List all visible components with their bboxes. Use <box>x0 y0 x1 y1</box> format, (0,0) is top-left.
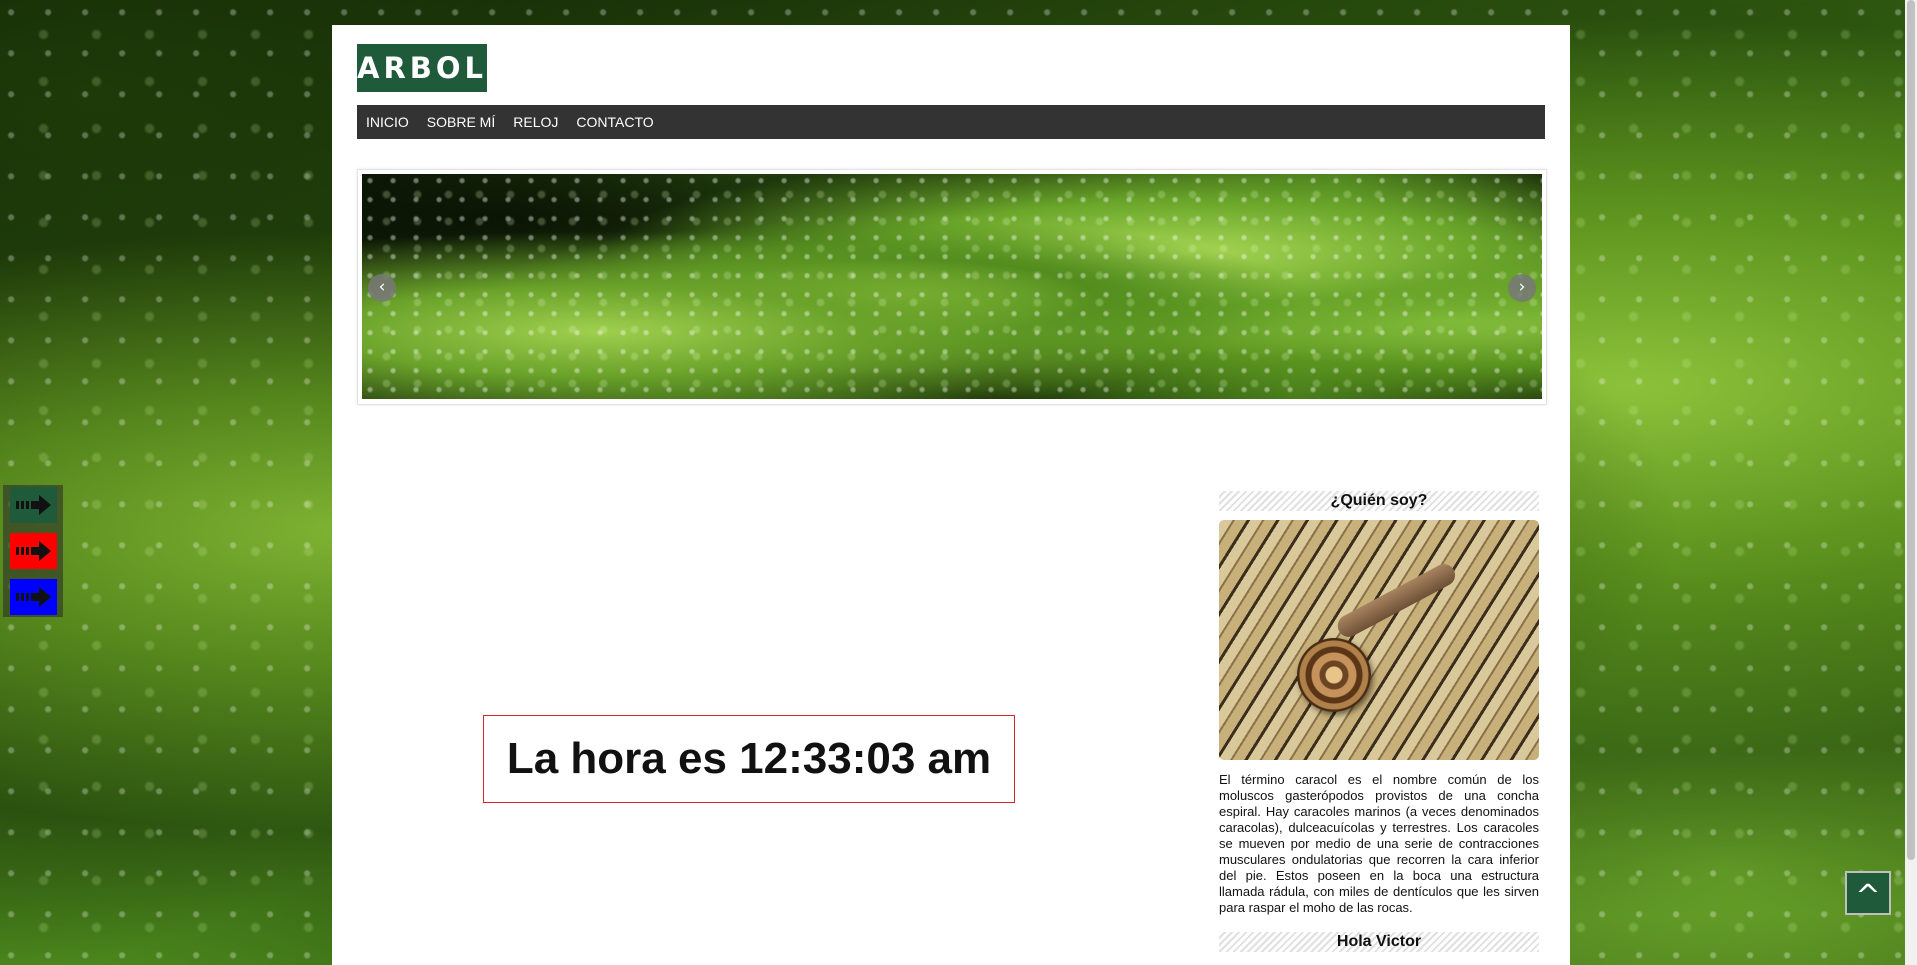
scrollbar-thumb[interactable] <box>1907 0 1915 860</box>
arrow-right-icon <box>15 587 51 607</box>
page-container: ARBOL INICIO SOBRE MÍ RELOJ CONTACTO ‹ ›… <box>332 25 1570 965</box>
site-logo[interactable]: ARBOL <box>357 44 487 92</box>
back-to-top-button[interactable]: ^ <box>1845 871 1891 915</box>
snail-body <box>1333 560 1459 641</box>
clock-display: La hora es 12:33:03 am <box>483 715 1015 803</box>
nav-item-inicio[interactable]: INICIO <box>366 114 409 130</box>
chevron-right-icon: › <box>1518 277 1526 297</box>
nav-item-contacto[interactable]: CONTACTO <box>576 114 653 130</box>
arrow-right-icon <box>15 495 51 515</box>
slider-next-button[interactable]: › <box>1508 274 1536 302</box>
sidebar: ¿Quién soy? El término caracol es el nom… <box>1219 491 1539 952</box>
widget-title-hola: Hola Victor <box>1219 932 1539 952</box>
main-nav: INICIO SOBRE MÍ RELOJ CONTACTO <box>357 105 1545 139</box>
chevron-left-icon: ‹ <box>378 277 386 297</box>
snail-shell <box>1297 638 1371 712</box>
theme-red-button[interactable] <box>10 533 57 569</box>
nav-item-reloj[interactable]: RELOJ <box>513 114 558 130</box>
nav-item-sobre-mi[interactable]: SOBRE MÍ <box>427 114 495 130</box>
slider-image <box>362 174 1542 399</box>
snail-image <box>1219 520 1539 760</box>
widget-title-quien-soy: ¿Quién soy? <box>1219 491 1539 511</box>
arrow-right-icon <box>15 541 51 561</box>
theme-blue-button[interactable] <box>10 579 57 615</box>
image-slider: ‹ › <box>357 169 1547 405</box>
sidebar-description: El término caracol es el nombre común de… <box>1219 772 1539 915</box>
theme-green-button[interactable] <box>10 487 57 523</box>
theme-switcher <box>3 485 63 617</box>
slider-prev-button[interactable]: ‹ <box>368 274 396 302</box>
page-scrollbar[interactable] <box>1905 0 1917 965</box>
